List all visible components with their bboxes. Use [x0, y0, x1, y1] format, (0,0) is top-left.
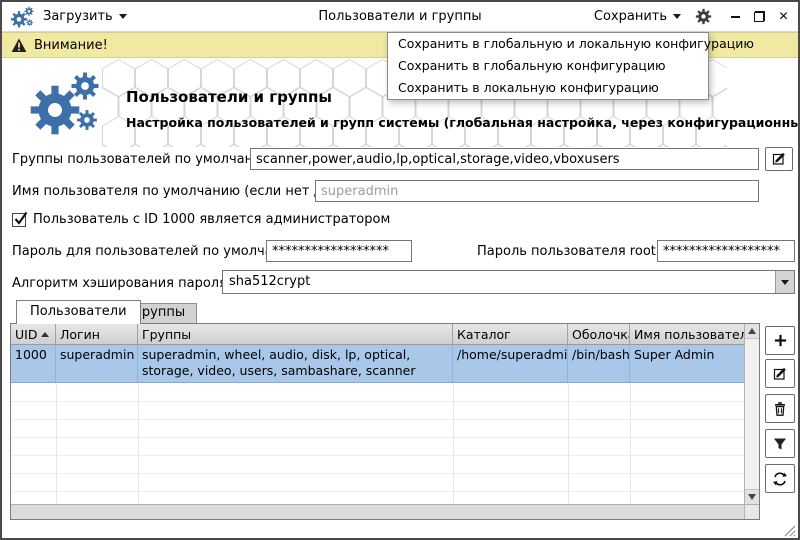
save-menu-item-global[interactable]: Сохранить в глобальную конфигурацию [388, 55, 708, 77]
save-menu-item-global-and-local[interactable]: Сохранить в глобальную и локальную конфи… [388, 33, 708, 55]
add-button[interactable] [765, 326, 795, 355]
close-icon: × [779, 11, 788, 23]
hash-algorithm-select[interactable]: sha512crypt [222, 270, 795, 294]
tab-users[interactable]: Пользователи [16, 300, 141, 324]
table-row[interactable]: 1000 superadmin superadmin, wheel, audio… [11, 345, 744, 383]
delete-button[interactable] [765, 394, 795, 423]
vertical-scrollbar[interactable] [744, 324, 759, 504]
save-button[interactable]: Сохранить [594, 9, 681, 24]
sort-asc-icon [41, 332, 49, 337]
admin-checkbox-label[interactable]: Пользователь с ID 1000 является админист… [33, 209, 390, 231]
default-groups-label: Группы пользователей по умолчанию: [12, 149, 277, 171]
admin-checkbox[interactable] [12, 213, 26, 227]
restore-icon [754, 11, 765, 22]
cell-fullname: Super Admin [630, 345, 744, 382]
arrow-up-icon [748, 328, 756, 334]
column-separator [630, 384, 631, 504]
default-username-input[interactable] [315, 180, 759, 202]
cell-uid: 1000 [11, 345, 56, 382]
column-header-home[interactable]: Каталог [453, 324, 568, 344]
minimize-icon [731, 16, 740, 18]
resize-grip[interactable] [782, 523, 796, 537]
save-button-label: Сохранить [594, 9, 667, 24]
plus-icon [773, 333, 788, 348]
select-value: sha512crypt [223, 271, 775, 293]
warning-triangle-icon [11, 38, 27, 53]
edit-groups-button[interactable] [765, 147, 793, 171]
restore-button[interactable] [753, 10, 766, 24]
pencil-icon [772, 366, 788, 382]
hash-algorithm-label: Алгоритм хэширования пароля: [12, 273, 231, 295]
gear-icon [695, 8, 712, 25]
load-button[interactable]: Загрузить [43, 9, 127, 24]
chevron-down-icon [673, 14, 681, 19]
save-menu: Сохранить в глобальную и локальную конфи… [387, 32, 709, 100]
table-header: UID Логин Группы Каталог Оболочка Имя по… [11, 324, 744, 345]
warning-text: Внимание! [34, 38, 108, 53]
settings-button[interactable] [694, 8, 712, 26]
empty-rows-area [11, 384, 744, 504]
filter-button[interactable] [765, 429, 795, 458]
column-separator [453, 384, 454, 504]
cell-login: superadmin [56, 345, 138, 382]
column-header-shell[interactable]: Оболочка [568, 324, 630, 344]
column-separator [138, 384, 139, 504]
column-header-login[interactable]: Логин [56, 324, 138, 344]
default-password-input[interactable] [266, 240, 412, 262]
app-logo-icon [10, 5, 34, 29]
edit-button[interactable] [765, 359, 795, 388]
column-header-uid[interactable]: UID [11, 324, 56, 344]
cell-home: /home/superadmin [453, 345, 568, 382]
table-body: 1000 superadmin superadmin, wheel, audio… [11, 345, 744, 504]
scroll-up-button[interactable] [745, 324, 759, 339]
gears-icon [28, 67, 100, 139]
page-title: Пользователи и группы [126, 88, 332, 106]
cell-shell: /bin/bash [568, 345, 630, 382]
close-button[interactable]: × [777, 10, 790, 24]
refresh-icon [772, 471, 788, 487]
chevron-down-icon [781, 280, 789, 285]
filter-icon [772, 436, 788, 452]
minimize-button[interactable] [729, 10, 742, 24]
default-password-label: Пароль для пользователей по умолчанию: [12, 241, 305, 263]
refresh-button[interactable] [765, 464, 795, 493]
arrow-down-icon [748, 494, 756, 500]
cell-groups: superadmin, wheel, audio, disk, lp, opti… [138, 345, 453, 382]
toolbar: Загрузить Пользователи и группы Сохранит… [2, 2, 798, 32]
scrollbar-corner [744, 504, 759, 519]
save-menu-item-local[interactable]: Сохранить в локальную конфигурацию [388, 77, 708, 99]
column-separator [56, 384, 57, 504]
column-header-groups[interactable]: Группы [138, 324, 453, 344]
window-title: Пользователи и группы [318, 9, 481, 24]
load-button-label: Загрузить [43, 9, 113, 24]
scroll-down-button[interactable] [745, 489, 759, 504]
column-header-fullname[interactable]: Имя пользователя [630, 324, 744, 344]
trash-icon [772, 401, 788, 417]
edit-icon [771, 151, 787, 167]
root-password-input[interactable] [657, 240, 795, 262]
users-table: UID Логин Группы Каталог Оболочка Имя по… [10, 323, 760, 520]
column-separator [568, 384, 569, 504]
app-window: Загрузить Пользователи и группы Сохранит… [0, 0, 800, 540]
page-subtitle: Настройка пользователей и групп системы … [126, 115, 798, 130]
default-groups-input[interactable] [250, 148, 759, 170]
chevron-down-icon [119, 14, 127, 19]
horizontal-scrollbar[interactable] [11, 504, 744, 519]
select-arrow-button[interactable] [775, 271, 794, 293]
root-password-label: Пароль пользователя root: [477, 241, 660, 263]
checkbox-check-icon [14, 210, 28, 226]
